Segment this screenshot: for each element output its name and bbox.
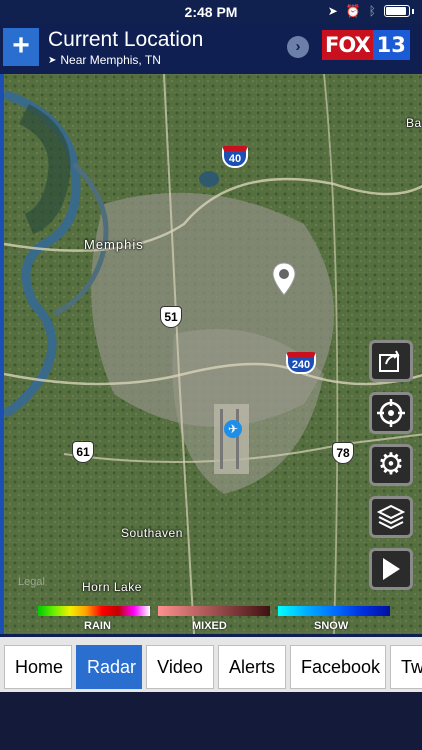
location-header: + Current Location ➤ Near Memphis, TN › … bbox=[0, 24, 422, 74]
legend-mixed-label: MIXED bbox=[192, 620, 227, 632]
locate-button[interactable] bbox=[369, 392, 413, 434]
airport-icon: ✈ bbox=[224, 420, 242, 438]
status-bar: 2:48 PM ➤ ⏰ ᛒ bbox=[0, 0, 422, 24]
route-i40-shield: 40 bbox=[222, 146, 248, 168]
add-location-button[interactable]: + bbox=[3, 28, 39, 66]
route-i240-shield: 240 bbox=[286, 352, 316, 374]
legend-mixed-bar bbox=[158, 606, 270, 616]
location-arrow-icon: ➤ bbox=[327, 4, 338, 18]
satellite-map-image bbox=[4, 74, 422, 634]
logo-fox-text: FOX bbox=[322, 30, 373, 60]
share-icon bbox=[379, 350, 400, 372]
tab-facebook[interactable]: Facebook bbox=[290, 645, 386, 689]
legend-rain-label: RAIN bbox=[84, 620, 111, 632]
battery-icon bbox=[384, 5, 410, 17]
route-us78-shield: 78 bbox=[332, 442, 354, 464]
legend-rain-bar bbox=[38, 606, 150, 616]
radar-map[interactable]: Memphis Southaven Horn Lake Ba Legal 40 … bbox=[0, 74, 422, 634]
tab-home[interactable]: Home bbox=[4, 645, 72, 689]
gear-icon: ⚙ bbox=[377, 448, 405, 481]
status-icons: ➤ ⏰ ᛒ bbox=[328, 4, 414, 18]
location-title[interactable]: Current Location bbox=[48, 28, 203, 52]
tab-radar[interactable]: Radar bbox=[76, 645, 142, 689]
location-pin-icon[interactable] bbox=[272, 262, 296, 296]
next-location-button[interactable]: › bbox=[287, 36, 309, 58]
location-subtitle-text: Near Memphis, TN bbox=[60, 53, 161, 67]
bottom-tab-bar: Home Radar Video Alerts Facebook Tw bbox=[0, 634, 422, 692]
legend-snow-label: SNOW bbox=[314, 620, 349, 632]
play-animation-button[interactable] bbox=[369, 548, 413, 590]
tab-video[interactable]: Video bbox=[146, 645, 214, 689]
map-label-southaven: Southaven bbox=[121, 526, 183, 540]
route-us51-shield: 51 bbox=[160, 306, 182, 328]
map-legal-link[interactable]: Legal bbox=[18, 576, 45, 588]
bluetooth-icon: ᛒ bbox=[368, 4, 376, 18]
location-arrow-icon: ➤ bbox=[48, 54, 57, 66]
fox13-logo[interactable]: FOX 13 bbox=[322, 30, 410, 60]
play-icon bbox=[383, 558, 400, 580]
share-button[interactable] bbox=[369, 340, 413, 382]
settings-button[interactable]: ⚙ bbox=[369, 444, 413, 486]
crosshair-icon bbox=[377, 399, 405, 427]
location-subtitle: ➤ Near Memphis, TN bbox=[48, 53, 161, 67]
logo-number-text: 13 bbox=[372, 30, 410, 60]
legend-snow-bar bbox=[278, 606, 390, 616]
tab-alerts[interactable]: Alerts bbox=[218, 645, 286, 689]
map-label-memphis: Memphis bbox=[84, 237, 144, 252]
alarm-icon: ⏰ bbox=[345, 4, 361, 18]
layers-button[interactable] bbox=[369, 496, 413, 538]
map-label-horn-lake: Horn Lake bbox=[82, 580, 142, 594]
tab-twitter[interactable]: Tw bbox=[390, 645, 422, 689]
route-us61-shield: 61 bbox=[72, 441, 94, 463]
layers-icon bbox=[377, 504, 405, 530]
map-label-ba: Ba bbox=[406, 116, 422, 130]
bottom-area bbox=[0, 692, 422, 750]
